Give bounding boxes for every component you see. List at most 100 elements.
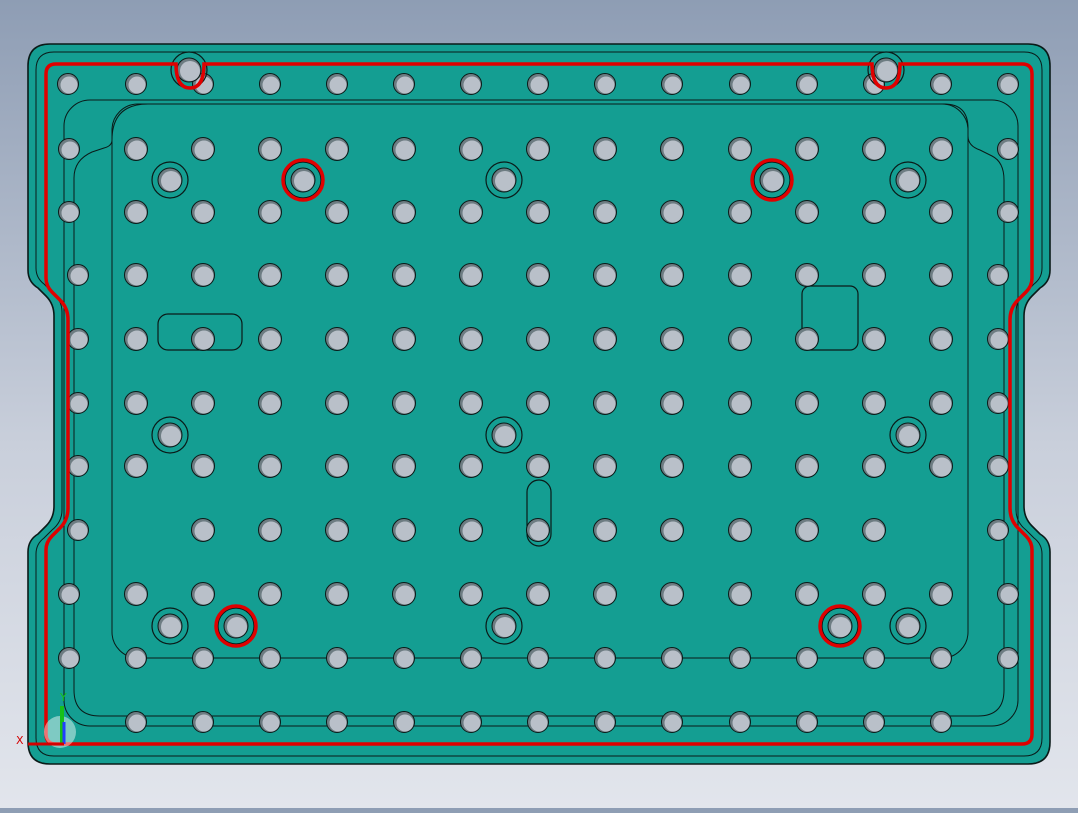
grid-hole-3-6 bbox=[526, 327, 550, 351]
border-hole-right-0 bbox=[997, 138, 1019, 160]
grid-hole-5-11 bbox=[862, 454, 886, 478]
border-hole-right-mid-3 bbox=[987, 455, 1009, 477]
grid-hole-7-3-bore bbox=[328, 585, 348, 605]
border-hole-left-2 bbox=[58, 583, 80, 605]
grid-hole-7-1-bore bbox=[194, 585, 214, 605]
grid-hole-4-12-bore bbox=[932, 394, 952, 414]
grid-hole-4-2-bore bbox=[261, 394, 281, 414]
border-hole-right-mid-1-bore bbox=[990, 331, 1008, 349]
platform-edge-hole-12-bore bbox=[933, 650, 951, 668]
border-hole-bottom-2-bore bbox=[262, 714, 280, 732]
grid-hole-7-4 bbox=[392, 582, 416, 606]
platform-edge-hole-9-bore bbox=[732, 650, 750, 668]
border-hole-top-14-bore bbox=[1000, 76, 1018, 94]
border-hole-left-mid-1-bore bbox=[70, 331, 88, 349]
border-hole-bottom-6 bbox=[527, 711, 549, 733]
grid-hole-0-9 bbox=[728, 137, 752, 161]
grid-hole-2-4 bbox=[392, 263, 416, 287]
coordinate-triad: X Y bbox=[16, 691, 76, 748]
grid-hole-3-9 bbox=[728, 327, 752, 351]
grid-hole-3-11-bore bbox=[865, 330, 885, 350]
locating-hole-2-bore bbox=[763, 171, 783, 191]
grid-hole-6-3 bbox=[325, 518, 349, 542]
border-hole-top-6-bore bbox=[463, 76, 481, 94]
border-hole-left-mid-1 bbox=[67, 328, 89, 350]
grid-hole-0-11-bore bbox=[865, 140, 885, 160]
border-hole-top-8 bbox=[594, 73, 616, 95]
grid-hole-4-4 bbox=[392, 391, 416, 415]
grid-hole-6-2-bore bbox=[261, 521, 281, 541]
grid-hole-1-6-bore bbox=[529, 203, 549, 223]
platform-edge-hole-1 bbox=[192, 647, 214, 669]
grid-hole-0-8-bore bbox=[663, 140, 683, 160]
grid-hole-3-10-bore bbox=[798, 330, 818, 350]
part-drawing[interactable] bbox=[0, 0, 1078, 808]
grid-hole-1-10-bore bbox=[798, 203, 818, 223]
platform-edge-hole-8-bore bbox=[664, 650, 682, 668]
grid-hole-1-4 bbox=[392, 200, 416, 224]
border-hole-top-4 bbox=[326, 73, 348, 95]
border-hole-left-mid-3-bore bbox=[70, 458, 88, 476]
grid-hole-0-4-bore bbox=[395, 140, 415, 160]
grid-hole-5-7-bore bbox=[596, 457, 616, 477]
grid-hole-3-10 bbox=[795, 327, 819, 351]
border-hole-bottom-5-bore bbox=[463, 714, 481, 732]
grid-hole-4-8-bore bbox=[663, 394, 683, 414]
platform-edge-hole-3 bbox=[326, 647, 348, 669]
grid-hole-7-1 bbox=[191, 582, 215, 606]
grid-hole-5-6-bore bbox=[529, 457, 549, 477]
platform-edge-hole-7-bore bbox=[597, 650, 615, 668]
platform-edge-hole-6-bore bbox=[530, 650, 548, 668]
grid-hole-6-8 bbox=[660, 518, 684, 542]
grid-hole-7-0-bore bbox=[127, 585, 147, 605]
grid-hole-3-0 bbox=[124, 327, 148, 351]
grid-hole-2-7 bbox=[593, 263, 617, 287]
border-hole-bottom-8-bore bbox=[664, 714, 682, 732]
grid-hole-7-5-bore bbox=[462, 585, 482, 605]
grid-hole-7-12 bbox=[929, 582, 953, 606]
grid-hole-3-7 bbox=[593, 327, 617, 351]
border-hole-left-mid-3 bbox=[67, 455, 89, 477]
platform-edge-hole-8 bbox=[661, 647, 683, 669]
border-hole-bottom-10-bore bbox=[799, 714, 817, 732]
border-hole-bottom-4 bbox=[393, 711, 415, 733]
grid-hole-6-2 bbox=[258, 518, 282, 542]
grid-hole-4-9-bore bbox=[731, 394, 751, 414]
grid-hole-2-11 bbox=[862, 263, 886, 287]
border-hole-right-3-bore bbox=[1000, 650, 1018, 668]
border-hole-bottom-6-bore bbox=[530, 714, 548, 732]
grid-hole-4-7-bore bbox=[596, 394, 616, 414]
grid-hole-3-6-bore bbox=[529, 330, 549, 350]
locating-hole-9-bore bbox=[495, 617, 515, 637]
grid-hole-3-1-bore bbox=[194, 330, 214, 350]
grid-hole-5-9 bbox=[728, 454, 752, 478]
border-hole-bottom-1 bbox=[192, 711, 214, 733]
border-hole-bottom-3-bore bbox=[329, 714, 347, 732]
border-hole-top-14 bbox=[997, 73, 1019, 95]
grid-hole-6-7 bbox=[593, 518, 617, 542]
grid-hole-1-6 bbox=[526, 200, 550, 224]
border-hole-right-mid-0-bore bbox=[990, 267, 1008, 285]
border-hole-top-3-bore bbox=[262, 76, 280, 94]
grid-hole-5-12-bore bbox=[932, 457, 952, 477]
grid-hole-2-9-bore bbox=[731, 266, 751, 286]
grid-hole-0-1 bbox=[191, 137, 215, 161]
platform-edge-hole-7 bbox=[594, 647, 616, 669]
grid-hole-3-2-bore bbox=[261, 330, 281, 350]
grid-hole-7-9 bbox=[728, 582, 752, 606]
grid-hole-4-9 bbox=[728, 391, 752, 415]
grid-hole-0-0 bbox=[124, 137, 148, 161]
grid-hole-7-4-bore bbox=[395, 585, 415, 605]
border-hole-top-0 bbox=[57, 73, 79, 95]
cad-viewport[interactable]: X Y bbox=[0, 0, 1078, 808]
border-hole-top-5 bbox=[393, 73, 415, 95]
platform-edge-hole-1-bore bbox=[195, 650, 213, 668]
grid-hole-3-5-bore bbox=[462, 330, 482, 350]
y-axis-label: Y bbox=[59, 691, 67, 704]
grid-hole-6-10 bbox=[795, 518, 819, 542]
locating-hole-1-bore bbox=[495, 171, 515, 191]
grid-hole-7-8-bore bbox=[663, 585, 683, 605]
border-hole-top-6 bbox=[460, 73, 482, 95]
grid-hole-0-0-bore bbox=[127, 140, 147, 160]
grid-hole-3-4 bbox=[392, 327, 416, 351]
